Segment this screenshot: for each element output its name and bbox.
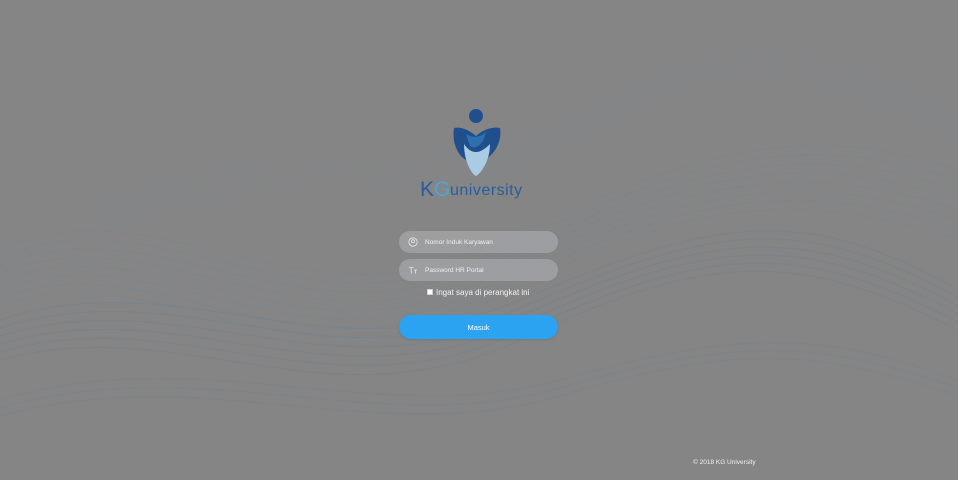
login-button[interactable]: Masuk (399, 315, 558, 339)
employee-id-input[interactable] (425, 235, 558, 249)
password-input[interactable] (425, 263, 558, 277)
remember-me-label: Ingat saya di perangkat ini (436, 287, 530, 297)
login-page: K G university Ingat saya di perangkat i… (0, 0, 958, 480)
svg-text:university: university (450, 182, 523, 199)
svg-text:G: G (434, 178, 450, 201)
remember-me-checkbox[interactable] (427, 289, 433, 295)
copyright-text: © 2018 KG University (693, 459, 756, 466)
text-size-icon (407, 264, 419, 276)
password-field[interactable] (399, 259, 558, 281)
remember-me[interactable]: Ingat saya di perangkat ini (427, 286, 529, 298)
svg-text:K: K (420, 178, 434, 201)
kg-university-wordmark: K G university (420, 178, 523, 201)
kg-university-logo: K G university (414, 104, 544, 204)
user-circle-icon (407, 236, 419, 248)
employee-id-field[interactable] (399, 231, 558, 253)
